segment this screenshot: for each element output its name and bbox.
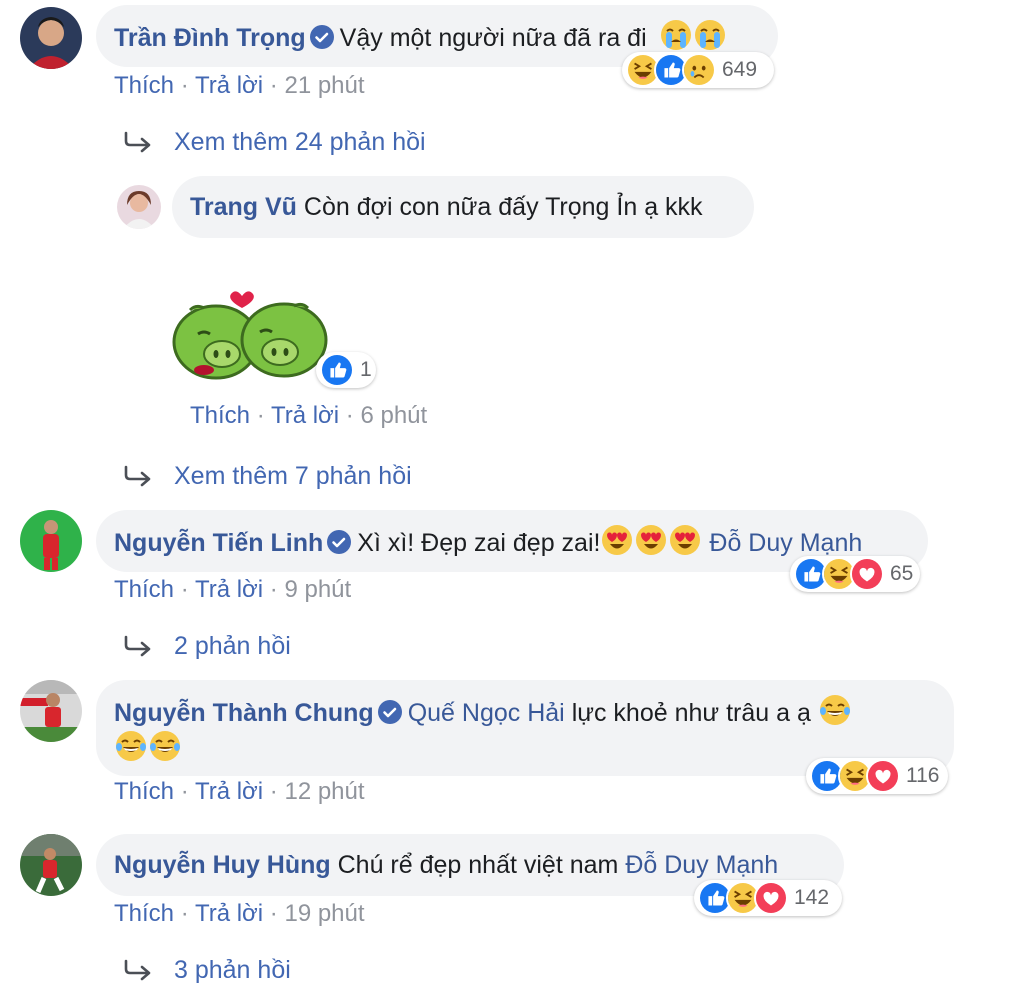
mentioned-user[interactable]: Đỗ Duy Mạnh <box>625 851 778 879</box>
reply-arrow-icon <box>122 959 156 983</box>
reply-arrow-icon <box>122 131 156 155</box>
reaction-summary[interactable]: 1 <box>316 352 376 388</box>
view-more-replies[interactable]: Xem thêm 7 phản hồi <box>122 462 412 491</box>
author-name[interactable]: Trang Vũ <box>190 193 297 221</box>
verified-badge-icon <box>377 700 402 724</box>
like-reaction-icon <box>320 353 354 387</box>
tears-of-joy-emoji-icon <box>115 730 147 762</box>
avatar[interactable] <box>20 510 82 572</box>
reaction-count: 65 <box>890 562 914 585</box>
like-link[interactable]: Thích <box>114 778 174 805</box>
comment-time[interactable]: 21 phút <box>284 72 364 99</box>
view-more-replies[interactable]: 2 phản hồi <box>122 632 291 661</box>
avatar[interactable] <box>20 680 82 742</box>
love-reaction-icon <box>866 759 900 793</box>
author-name[interactable]: Nguyễn Tiến Linh <box>114 529 323 557</box>
heart-eyes-emoji-icon <box>635 524 667 556</box>
heart-eyes-emoji-icon <box>669 524 701 556</box>
comment-time[interactable]: 19 phút <box>284 900 364 927</box>
author-name[interactable]: Trần Đình Trọng <box>114 24 306 52</box>
tears-of-joy-emoji-icon <box>149 730 181 762</box>
mentioned-user[interactable]: Quế Ngọc Hải <box>408 699 565 727</box>
like-link[interactable]: Thích <box>114 576 174 603</box>
crying-emoji-icon <box>660 19 692 51</box>
reaction-count: 649 <box>722 58 758 81</box>
author-name[interactable]: Nguyễn Huy Hùng <box>114 851 331 879</box>
crying-emoji-icon <box>694 19 726 51</box>
like-link[interactable]: Thích <box>114 900 174 927</box>
verified-badge-icon <box>327 530 352 554</box>
verified-badge-icon <box>309 25 334 49</box>
comment-actions: Thích · Trả lời · 12 phút <box>114 778 365 805</box>
sad-reaction-icon <box>682 53 716 87</box>
comment-time[interactable]: 9 phút <box>284 576 351 603</box>
reply-link[interactable]: Trả lời <box>195 72 263 99</box>
reply-link[interactable]: Trả lời <box>195 576 263 603</box>
avatar[interactable] <box>20 7 82 69</box>
comment-text: Còn đợi con nữa đấy Trọng Ỉn ạ kkk <box>303 193 703 221</box>
author-name[interactable]: Nguyễn Thành Chung <box>114 699 374 727</box>
reaction-count: 1 <box>360 358 372 381</box>
comment-bubble: Trang Vũ Còn đợi con nữa đấy Trọng Ỉn ạ … <box>172 176 754 238</box>
comment-text: Vậy một người nữa đã ra đi <box>339 24 647 52</box>
comment-actions: Thích · Trả lời · 6 phút <box>190 402 428 429</box>
like-link[interactable]: Thích <box>114 72 174 99</box>
comment-actions: Thích · Trả lời · 9 phút <box>114 576 352 603</box>
avatar[interactable] <box>117 185 161 229</box>
reaction-count: 116 <box>906 764 940 787</box>
reply-link[interactable]: Trả lời <box>195 900 263 927</box>
sticker-image[interactable] <box>168 280 334 380</box>
tears-of-joy-emoji-icon <box>819 694 851 726</box>
comment-text: Xì xì! Đẹp zai đẹp zai! <box>357 529 601 557</box>
reaction-count: 142 <box>794 886 830 909</box>
mentioned-user[interactable]: Đỗ Duy Mạnh <box>709 529 862 557</box>
avatar[interactable] <box>20 834 82 896</box>
reply-link[interactable]: Trả lời <box>195 778 263 805</box>
love-reaction-icon <box>754 881 788 915</box>
comment-actions: Thích · Trả lời · 19 phút <box>114 900 365 927</box>
comment-time[interactable]: 12 phút <box>284 778 364 805</box>
reaction-summary[interactable]: 116 <box>806 758 948 794</box>
comment-text: Chú rể đẹp nhất việt nam <box>337 851 619 879</box>
comment-text: lực khoẻ như trâu a ạ <box>571 699 811 727</box>
comment-actions: Thích · Trả lời · 21 phút <box>114 72 365 99</box>
reaction-summary[interactable]: 65 <box>790 556 920 592</box>
reply-link[interactable]: Trả lời <box>271 402 339 429</box>
view-more-replies[interactable]: 3 phản hồi <box>122 956 291 985</box>
reply-arrow-icon <box>122 635 156 659</box>
like-link[interactable]: Thích <box>190 402 250 429</box>
view-more-replies[interactable]: Xem thêm 24 phản hồi <box>122 128 426 157</box>
heart-eyes-emoji-icon <box>601 524 633 556</box>
reaction-summary[interactable]: 142 <box>694 880 842 916</box>
comment-time[interactable]: 6 phút <box>360 402 427 429</box>
reply-arrow-icon <box>122 465 156 489</box>
reaction-summary[interactable]: 649 <box>622 52 774 88</box>
love-reaction-icon <box>850 557 884 591</box>
